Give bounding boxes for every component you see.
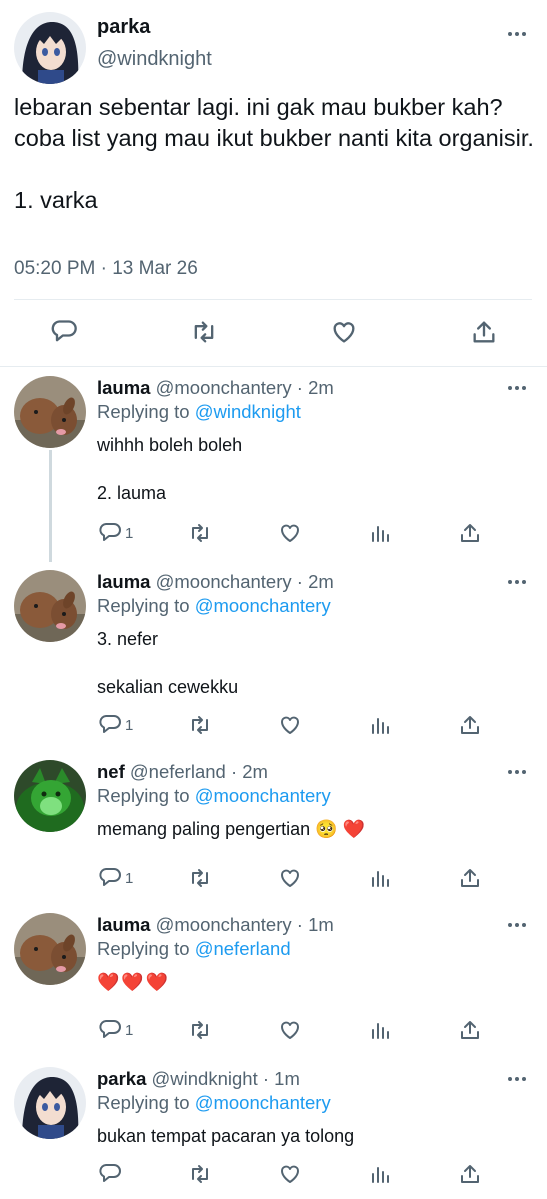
replying-to-link[interactable]: @moonchantery (195, 785, 331, 806)
reply-text: ❤️❤️❤️ (97, 972, 171, 992)
more-icon[interactable] (505, 915, 529, 935)
share-icon[interactable] (458, 1162, 482, 1186)
retweet-icon[interactable] (188, 713, 212, 737)
tweet-timestamp[interactable]: 05:20 PM · 13 Mar 26 (14, 258, 198, 280)
share-icon[interactable] (470, 318, 498, 346)
divider (14, 299, 532, 300)
tweet-time: · 1m (296, 914, 334, 935)
avatar[interactable] (14, 913, 86, 985)
replying-to-link[interactable]: @moonchantery (195, 1092, 331, 1113)
views-icon[interactable] (368, 1018, 392, 1042)
views-icon[interactable] (368, 866, 392, 890)
reply-icon[interactable] (98, 866, 122, 890)
main-tweet: parka @windknight lebaran sebentar lagi.… (0, 0, 547, 366)
reply-icon[interactable] (98, 521, 122, 545)
replying-prefix: Replying to (97, 785, 190, 806)
reply-actions: 1 (0, 866, 547, 894)
reply-count: 1 (125, 717, 134, 734)
more-icon[interactable] (505, 572, 529, 592)
share-icon[interactable] (458, 521, 482, 545)
author-name[interactable]: nef (97, 761, 125, 782)
reply-icon[interactable] (50, 318, 78, 346)
replying-prefix: Replying to (97, 938, 190, 959)
replying-prefix: Replying to (97, 401, 190, 422)
reply-tweet[interactable]: nef @neferland · 2m Replying to @mooncha… (0, 750, 547, 895)
author-handle[interactable]: @moonchantery (156, 914, 292, 935)
reply-icon[interactable] (98, 1018, 122, 1042)
views-icon[interactable] (368, 713, 392, 737)
author-handle[interactable]: @moonchantery (156, 571, 292, 592)
retweet-icon[interactable] (188, 1018, 212, 1042)
share-icon[interactable] (458, 866, 482, 890)
author-name[interactable]: lauma (97, 377, 150, 398)
share-icon[interactable] (458, 1018, 482, 1042)
reply-count: 1 (125, 1022, 134, 1039)
reply-tweet[interactable]: lauma @moonchantery · 1m Replying to @ne… (0, 903, 547, 1058)
avatar[interactable] (14, 760, 86, 832)
author-handle[interactable]: @windknight (152, 1068, 258, 1089)
author-name[interactable]: parka (97, 16, 150, 39)
reply-tweet[interactable]: lauma @moonchantery · 2m Replying to @mo… (0, 560, 547, 750)
author-name[interactable]: lauma (97, 571, 150, 592)
author-handle[interactable]: @neferland (130, 761, 226, 782)
reply-count: 1 (125, 525, 134, 542)
replying-to-link[interactable]: @moonchantery (195, 595, 331, 616)
author-name[interactable]: lauma (97, 914, 150, 935)
avatar[interactable] (14, 376, 86, 448)
share-icon[interactable] (458, 713, 482, 737)
like-icon[interactable] (278, 1018, 302, 1042)
avatar[interactable] (14, 570, 86, 642)
reply-tweet[interactable]: parka @windknight · 1m Replying to @moon… (0, 1057, 547, 1199)
more-icon[interactable] (505, 762, 529, 782)
like-icon[interactable] (330, 318, 358, 346)
avatar[interactable] (14, 12, 86, 84)
retweet-icon[interactable] (188, 866, 212, 890)
replying-prefix: Replying to (97, 595, 190, 616)
like-icon[interactable] (278, 713, 302, 737)
reply-actions: 1 (0, 521, 547, 549)
reply-count: 1 (125, 870, 134, 887)
reply-actions (0, 1162, 547, 1190)
reply-tweet[interactable]: lauma @moonchantery · 2m Replying to @wi… (0, 366, 547, 560)
tweet-text: lebaran sebentar lagi. ini gak mau bukbe… (14, 94, 534, 213)
retweet-icon[interactable] (190, 318, 218, 346)
author-name[interactable]: parka (97, 1068, 146, 1089)
reply-icon[interactable] (98, 713, 122, 737)
tweet-time: · 1m (262, 1068, 300, 1089)
reply-icon[interactable] (98, 1162, 122, 1186)
avatar[interactable] (14, 1067, 86, 1139)
more-icon[interactable] (505, 24, 529, 44)
like-icon[interactable] (278, 866, 302, 890)
replying-to-link[interactable]: @windknight (195, 401, 301, 422)
tweet-time: · 2m (230, 761, 268, 782)
tweet-time: · 2m (296, 377, 334, 398)
replying-to-link[interactable]: @neferland (195, 938, 291, 959)
replying-prefix: Replying to (97, 1092, 190, 1113)
reply-actions: 1 (0, 713, 547, 741)
more-icon[interactable] (505, 1069, 529, 1089)
like-icon[interactable] (278, 1162, 302, 1186)
author-handle[interactable]: @moonchantery (156, 377, 292, 398)
reply-text: 3. nefer sekalian cewekku (97, 629, 239, 697)
reply-actions: 1 (0, 1018, 547, 1046)
views-icon[interactable] (368, 521, 392, 545)
retweet-icon[interactable] (188, 1162, 212, 1186)
more-icon[interactable] (505, 378, 529, 398)
tweet-time: · 2m (296, 571, 334, 592)
reply-text: wihhh boleh boleh 2. lauma (97, 435, 243, 503)
reply-text: bukan tempat pacaran ya tolong (97, 1126, 355, 1146)
retweet-icon[interactable] (188, 521, 212, 545)
author-handle[interactable]: @windknight (97, 48, 212, 71)
reply-text: memang paling pengertian 🥺 ❤️ (97, 819, 365, 839)
views-icon[interactable] (368, 1162, 392, 1186)
like-icon[interactable] (278, 521, 302, 545)
